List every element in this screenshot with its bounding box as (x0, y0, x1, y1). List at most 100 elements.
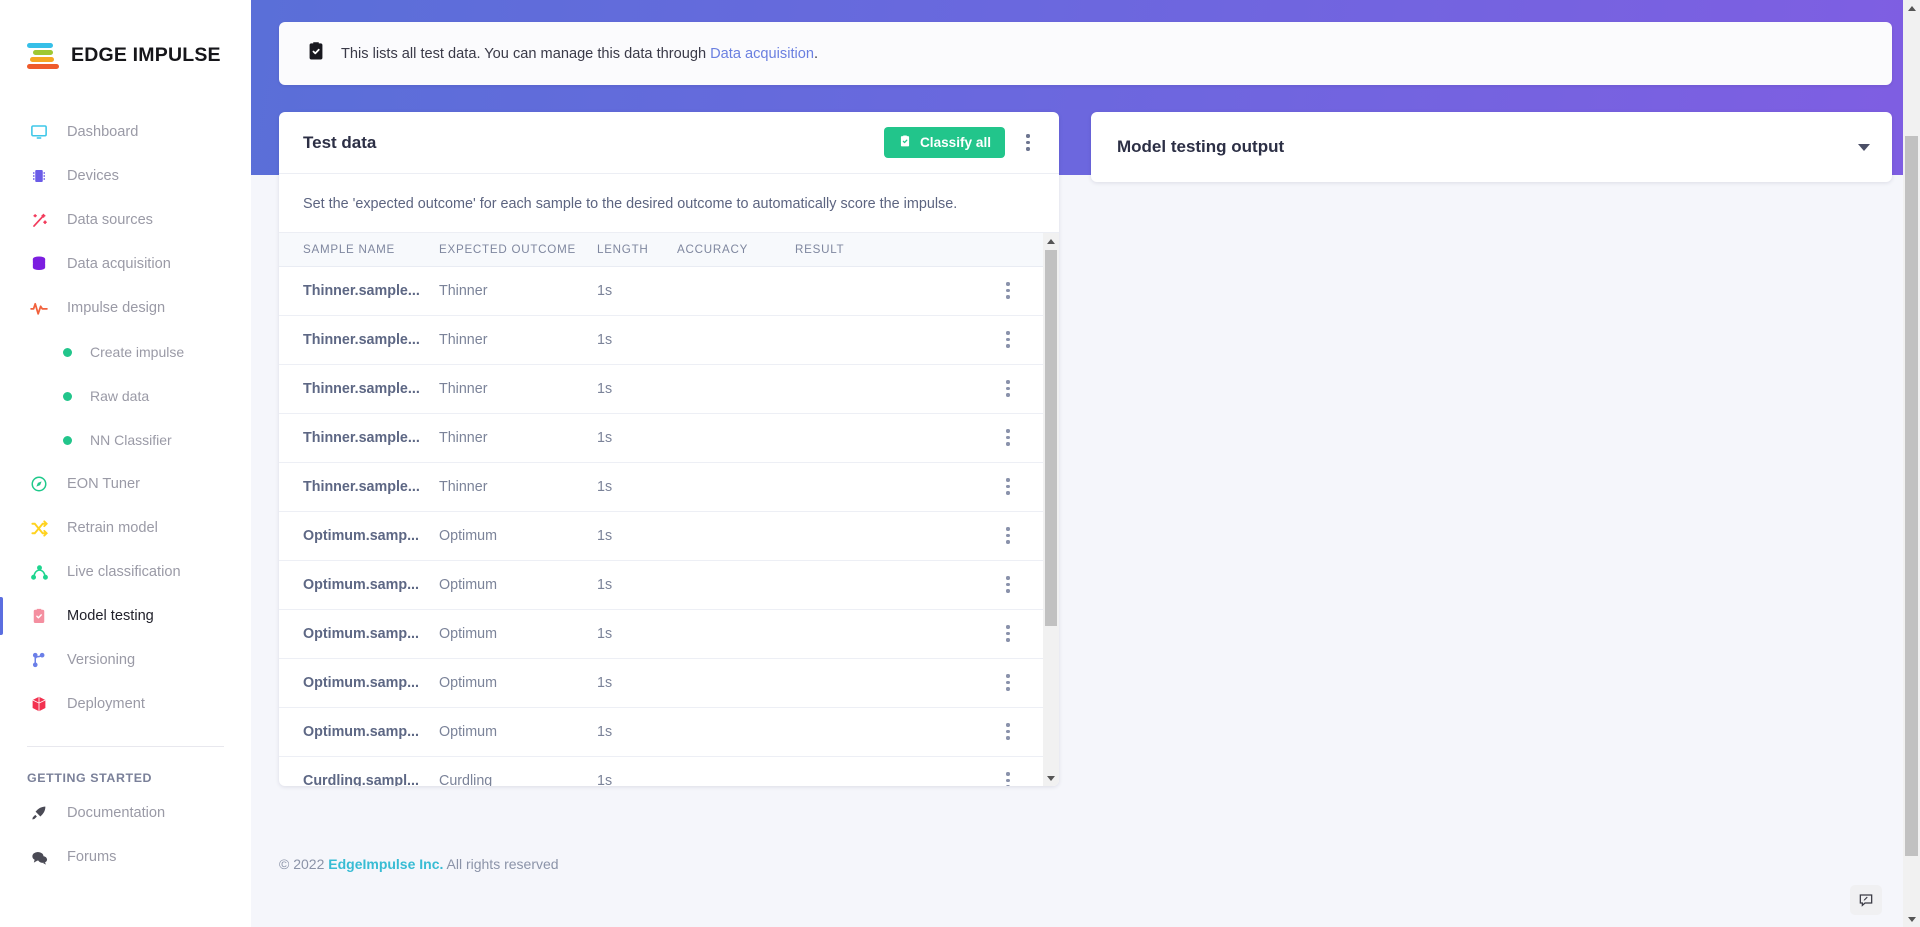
cell-expected-outcome[interactable]: Curdling (439, 756, 597, 786)
column-header-result[interactable]: RESULT (795, 233, 997, 266)
sidebar-subitem-nn-classifier[interactable]: NN Classifier (0, 418, 251, 462)
cell-expected-outcome[interactable]: Thinner (439, 315, 597, 364)
cell-result (795, 560, 997, 609)
cell-sample-name[interactable]: Optimum.samp... (279, 609, 439, 658)
cell-expected-outcome[interactable]: Optimum (439, 658, 597, 707)
sidebar-subitem-create-impulse[interactable]: Create impulse (0, 330, 251, 374)
page-scrollbar[interactable] (1903, 0, 1920, 927)
table-row[interactable]: Optimum.samp...Optimum1s (279, 609, 1059, 658)
row-menu-button[interactable] (997, 425, 1019, 451)
scroll-up-arrow[interactable] (1043, 233, 1059, 249)
sidebar-item-data-acquisition[interactable]: Data acquisition (0, 242, 251, 286)
sidebar-item-label: Forums (67, 849, 116, 865)
cell-sample-name[interactable]: Curdling.sampl... (279, 756, 439, 786)
cell-sample-name[interactable]: Optimum.samp... (279, 511, 439, 560)
cell-expected-outcome[interactable]: Thinner (439, 462, 597, 511)
cell-expected-outcome[interactable]: Thinner (439, 413, 597, 462)
sidebar-item-label: Retrain model (67, 520, 158, 536)
table-header-row: SAMPLE NAME EXPECTED OUTCOME LENGTH ACCU… (279, 233, 1059, 266)
cell-sample-name[interactable]: Optimum.samp... (279, 707, 439, 756)
cell-expected-outcome[interactable]: Optimum (439, 707, 597, 756)
cell-accuracy (677, 364, 795, 413)
cell-expected-outcome[interactable]: Optimum (439, 560, 597, 609)
classify-all-button[interactable]: Classify all (884, 127, 1005, 158)
column-header-length[interactable]: LENGTH (597, 233, 677, 266)
cell-result (795, 756, 997, 786)
sidebar-subitem-raw-data[interactable]: Raw data (0, 374, 251, 418)
card-menu-button[interactable] (1017, 130, 1039, 156)
table-scrollbar-thumb[interactable] (1045, 250, 1057, 626)
cell-sample-name[interactable]: Optimum.samp... (279, 560, 439, 609)
table-row[interactable]: Optimum.samp...Optimum1s (279, 560, 1059, 609)
classify-all-label: Classify all (920, 135, 991, 150)
row-menu-button[interactable] (997, 768, 1019, 787)
feedback-button[interactable] (1850, 885, 1882, 915)
cell-expected-outcome[interactable]: Optimum (439, 511, 597, 560)
cell-sample-name[interactable]: Thinner.sample... (279, 315, 439, 364)
sidebar-item-live-classification[interactable]: Live classification (0, 550, 251, 594)
branch-icon (27, 650, 51, 670)
status-dot-icon (63, 436, 72, 445)
cell-expected-outcome[interactable]: Thinner (439, 364, 597, 413)
table-row[interactable]: Thinner.sample...Thinner1s (279, 315, 1059, 364)
sidebar-item-versioning[interactable]: Versioning (0, 638, 251, 682)
cell-length: 1s (597, 609, 677, 658)
table-row[interactable]: Optimum.samp...Optimum1s (279, 511, 1059, 560)
footer-company[interactable]: EdgeImpulse Inc. (328, 856, 443, 872)
chip-icon (27, 166, 51, 186)
column-header-expected-outcome[interactable]: EXPECTED OUTCOME (439, 233, 597, 266)
model-testing-output-header[interactable]: Model testing output (1091, 112, 1892, 182)
table-scrollbar[interactable] (1043, 233, 1059, 786)
table-row[interactable]: Optimum.samp...Optimum1s (279, 658, 1059, 707)
row-menu-button[interactable] (997, 523, 1019, 549)
table-row[interactable]: Thinner.sample...Thinner1s (279, 462, 1059, 511)
box-icon (27, 694, 51, 714)
table-row[interactable]: Thinner.sample...Thinner1s (279, 364, 1059, 413)
sidebar-item-model-testing[interactable]: Model testing (0, 594, 251, 638)
sidebar-item-documentation[interactable]: Documentation (0, 791, 251, 835)
data-acquisition-link[interactable]: Data acquisition (710, 46, 814, 62)
chevron-down-icon[interactable] (1858, 144, 1870, 151)
row-menu-button[interactable] (997, 376, 1019, 402)
sidebar: EDGE IMPULSE Dashboard Devices (0, 0, 251, 927)
sidebar-item-impulse-design[interactable]: Impulse design (0, 286, 251, 330)
table-row[interactable]: Optimum.samp...Optimum1s (279, 707, 1059, 756)
page-scrollbar-thumb[interactable] (1905, 136, 1918, 856)
sidebar-item-eon-tuner[interactable]: EON Tuner (0, 462, 251, 506)
sidebar-item-devices[interactable]: Devices (0, 154, 251, 198)
row-menu-button[interactable] (997, 621, 1019, 647)
brand-logo[interactable]: EDGE IMPULSE (0, 22, 251, 82)
cell-result (795, 462, 997, 511)
scroll-down-arrow[interactable] (1043, 770, 1059, 786)
cell-result (795, 609, 997, 658)
row-menu-button[interactable] (997, 278, 1019, 304)
cell-expected-outcome[interactable]: Thinner (439, 266, 597, 315)
cell-sample-name[interactable]: Thinner.sample... (279, 364, 439, 413)
row-menu-button[interactable] (997, 327, 1019, 353)
cell-result (795, 315, 997, 364)
cell-expected-outcome[interactable]: Optimum (439, 609, 597, 658)
table-row[interactable]: Thinner.sample...Thinner1s (279, 266, 1059, 315)
sidebar-item-retrain-model[interactable]: Retrain model (0, 506, 251, 550)
cell-length: 1s (597, 511, 677, 560)
column-header-accuracy[interactable]: ACCURACY (677, 233, 795, 266)
sidebar-item-forums[interactable]: Forums (0, 835, 251, 879)
row-menu-button[interactable] (997, 670, 1019, 696)
row-menu-button[interactable] (997, 572, 1019, 598)
column-header-sample-name[interactable]: SAMPLE NAME (279, 233, 439, 266)
sidebar-item-deployment[interactable]: Deployment (0, 682, 251, 726)
sidebar-item-data-sources[interactable]: Data sources (0, 198, 251, 242)
page-scroll-up-arrow[interactable] (1904, 0, 1920, 16)
cell-sample-name[interactable]: Thinner.sample... (279, 462, 439, 511)
sidebar-item-dashboard[interactable]: Dashboard (0, 110, 251, 154)
cell-accuracy (677, 609, 795, 658)
page-scroll-down-arrow[interactable] (1904, 911, 1920, 927)
row-menu-button[interactable] (997, 474, 1019, 500)
table-row[interactable]: Curdling.sampl...Curdling1s (279, 756, 1059, 786)
row-menu-button[interactable] (997, 719, 1019, 745)
cell-sample-name[interactable]: Thinner.sample... (279, 413, 439, 462)
table-row[interactable]: Thinner.sample...Thinner1s (279, 413, 1059, 462)
sidebar-section-title: GETTING STARTED (0, 747, 251, 791)
cell-sample-name[interactable]: Thinner.sample... (279, 266, 439, 315)
cell-sample-name[interactable]: Optimum.samp... (279, 658, 439, 707)
